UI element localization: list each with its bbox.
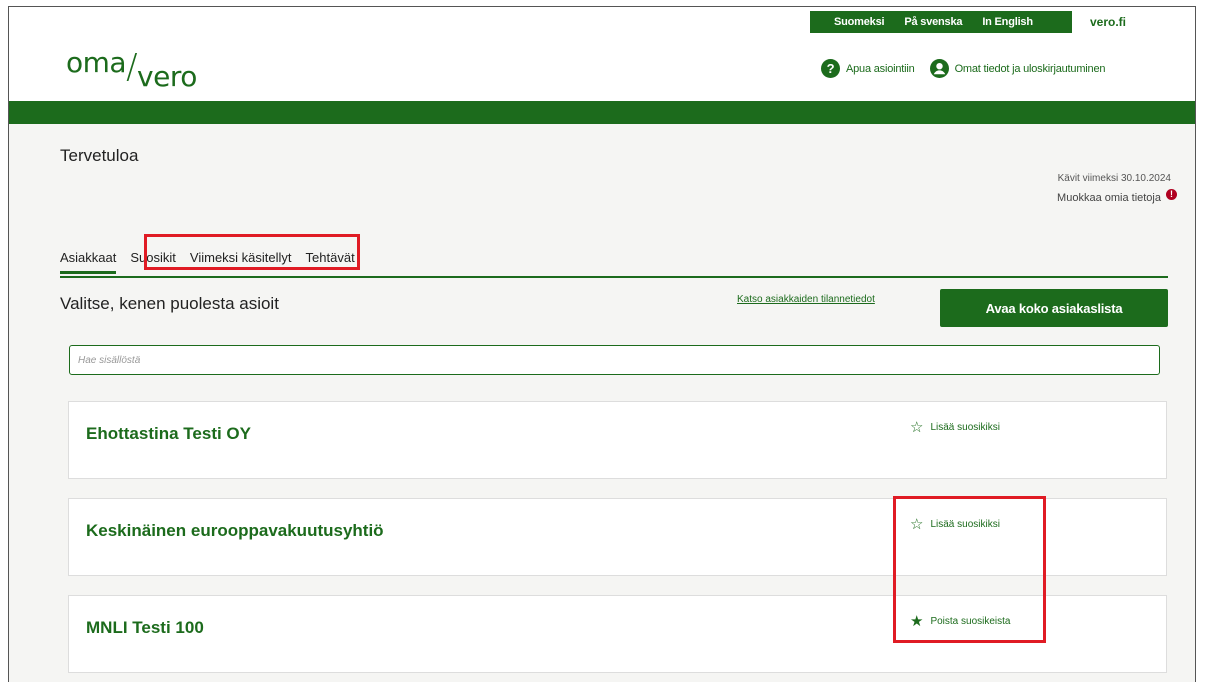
profile-link-label: Omat tiedot ja uloskirjautuminen — [954, 62, 1106, 75]
favorites-highlight-box — [893, 496, 1046, 643]
help-link[interactable]: ? Apua asiointiin — [821, 59, 915, 78]
customer-name[interactable]: Keskinäinen eurooppavakuutusyhtiö — [86, 521, 384, 541]
help-link-label: Apua asiointiin — [846, 62, 915, 75]
logo-oma-text: oma — [66, 46, 127, 79]
lang-swedish-link[interactable]: På svenska — [904, 16, 962, 28]
question-circle-icon: ? — [821, 59, 840, 78]
language-links: Suomeksi På svenska In English — [810, 11, 1072, 33]
user-circle-icon — [929, 59, 949, 78]
profile-link[interactable]: Omat tiedot ja uloskirjautuminen — [929, 59, 1106, 78]
choose-customer-heading: Valitse, kenen puolesta asioit — [60, 294, 279, 313]
customer-status-link[interactable]: Katso asiakkaiden tilannetiedot — [737, 294, 875, 305]
welcome-heading: Tervetuloa — [60, 146, 139, 165]
language-bar: Suomeksi På svenska In English vero.fi — [810, 11, 1166, 33]
customer-name[interactable]: Ehottastina Testi OY — [86, 424, 251, 444]
lang-english-link[interactable]: In English — [982, 16, 1033, 28]
tabs-highlight-box — [144, 234, 360, 270]
add-favorite-button[interactable]: ☆ Lisää suosikiksi — [910, 420, 1000, 435]
customer-name[interactable]: MNLI Testi 100 — [86, 618, 204, 638]
search-input[interactable] — [69, 345, 1160, 375]
customer-card[interactable]: Ehottastina Testi OY ☆ Lisää suosikiksi — [68, 401, 1167, 479]
star-outline-icon: ☆ — [910, 419, 924, 436]
tab-customers[interactable]: Asiakkaat — [60, 250, 117, 274]
logo-vero-text: vero — [137, 60, 197, 93]
header-links: ? Apua asiointiin Omat tiedot ja uloskir… — [821, 59, 1120, 78]
last-visit-text: Kävit viimeksi 30.10.2024 — [1057, 173, 1171, 184]
favorite-label: Lisää suosikiksi — [930, 422, 1000, 433]
vero-fi-link[interactable]: vero.fi — [1072, 11, 1166, 33]
lang-finnish-link[interactable]: Suomeksi — [834, 16, 885, 28]
alert-icon: ! — [1166, 188, 1177, 200]
logo-slash: / — [126, 47, 138, 87]
edit-own-info-link[interactable]: Muokkaa omia tietoja ! — [1057, 188, 1177, 204]
edit-own-info-label: Muokkaa omia tietoja — [1057, 192, 1161, 204]
header: Suomeksi På svenska In English vero.fi o… — [9, 7, 1195, 101]
header-green-band — [9, 101, 1195, 124]
omavero-logo[interactable]: oma/vero — [66, 46, 197, 93]
open-customer-list-button[interactable]: Avaa koko asiakaslista — [940, 289, 1168, 327]
